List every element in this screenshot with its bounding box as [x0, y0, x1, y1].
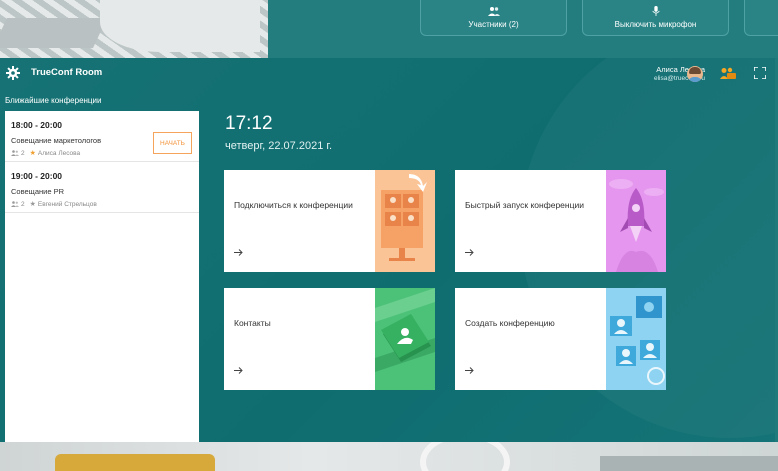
participants-count: 2: [21, 200, 25, 208]
conference-owner: Алиса Лесова: [37, 149, 81, 157]
participants-icon: [11, 201, 19, 207]
call-controls-bar: Участники (2) Выключить микрофон: [268, 0, 778, 58]
background-shape: [100, 0, 260, 52]
tile-label: Создать конференцию: [465, 318, 555, 328]
address-book-illustration: [375, 288, 435, 390]
gear-icon[interactable]: [6, 66, 20, 80]
people-icon: [487, 7, 500, 16]
app-title: TrueConf Room: [31, 67, 103, 78]
arrow-right-icon: [465, 249, 474, 256]
upcoming-conferences-list: 18:00 - 20:00 Совещание маркетологов 2 ★…: [5, 111, 199, 442]
participants-count: 2: [21, 149, 25, 157]
rocket-illustration: [606, 170, 666, 272]
list-item[interactable]: 18:00 - 20:00 Совещание маркетологов 2 ★…: [5, 111, 199, 162]
conference-time: 18:00 - 20:00: [11, 120, 63, 130]
top-bar: TrueConf Room Алиса Лесова elisa@truecon…: [0, 58, 775, 88]
tile-label: Подключиться к конференции: [234, 200, 353, 210]
conference-time: 19:00 - 20:00: [11, 171, 63, 181]
quick-start-conference-tile[interactable]: Быстрый запуск конференции: [455, 170, 666, 272]
arrow-right-icon: [465, 367, 474, 374]
participants-icon: [11, 150, 19, 156]
camera-people-icon[interactable]: [720, 67, 736, 79]
conference-name: Совещание PR: [11, 187, 65, 196]
more-controls-button[interactable]: [744, 0, 778, 36]
create-conference-tile[interactable]: Создать конференцию: [455, 288, 666, 390]
participants-label: Участники (2): [468, 20, 519, 29]
conference-meta: 2 ★ Евгений Стрельцов: [11, 200, 193, 208]
background-shape: [55, 454, 215, 471]
upcoming-conferences-heading: Ближайшие конференции: [5, 96, 102, 105]
mute-microphone-button[interactable]: Выключить микрофон: [582, 0, 729, 36]
current-time: 17:12: [225, 113, 273, 134]
owner-star-icon: ★: [29, 150, 36, 157]
participants-button[interactable]: Участники (2): [420, 0, 567, 36]
app-window: TrueConf Room Алиса Лесова elisa@truecon…: [0, 58, 775, 442]
arrow-right-icon: [234, 367, 243, 374]
microphone-icon: [651, 6, 660, 16]
mute-microphone-label: Выключить микрофон: [614, 20, 697, 29]
fullscreen-icon[interactable]: [754, 67, 766, 79]
list-item[interactable]: 19:00 - 20:00 Совещание PR 2 ★ Евгений С…: [5, 162, 199, 213]
conference-owner: Евгений Стрельцов: [37, 200, 97, 208]
arrow-right-icon: [234, 249, 243, 256]
contacts-tile[interactable]: Контакты: [224, 288, 435, 390]
tile-label: Быстрый запуск конференции: [465, 200, 584, 210]
background-shape: [600, 456, 778, 471]
avatar[interactable]: [687, 66, 703, 82]
background-shape: [0, 18, 107, 48]
background-map-bottom: [0, 432, 778, 471]
connect-to-conference-tile[interactable]: Подключиться к конференции: [224, 170, 435, 272]
current-date: четверг, 22.07.2021 г.: [225, 140, 333, 152]
video-grid-illustration: [375, 170, 435, 272]
tile-label: Контакты: [234, 318, 271, 328]
puzzle-people-illustration: [606, 288, 666, 390]
start-conference-button[interactable]: НАЧАТЬ: [153, 132, 192, 154]
background-map: [0, 0, 268, 58]
owner-star-icon: ★: [29, 201, 36, 208]
